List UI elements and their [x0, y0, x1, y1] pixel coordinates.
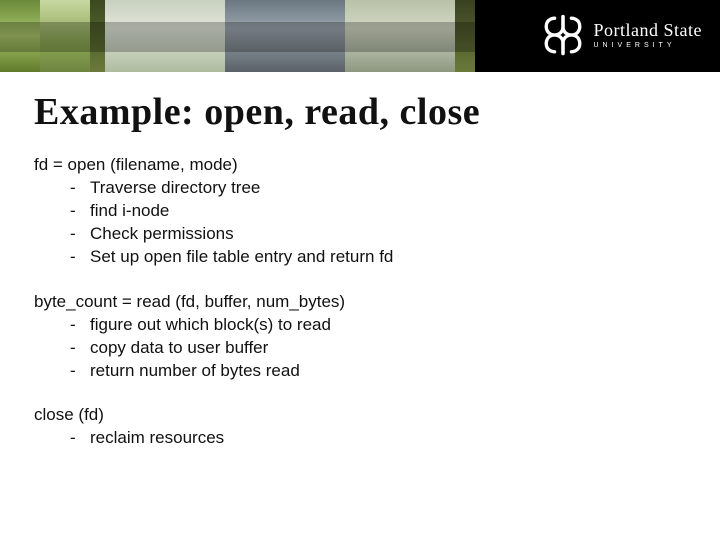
list-item: Set up open file table entry and return …	[90, 246, 686, 269]
list-item: return number of bytes read	[90, 360, 686, 383]
university-logo: Portland State UNIVERSITY	[542, 14, 703, 56]
section-open: fd = open (filename, mode) Traverse dire…	[34, 154, 686, 269]
section-close: close (fd) reclaim resources	[34, 404, 686, 450]
slide-content: Example: open, read, close fd = open (fi…	[0, 72, 720, 450]
list-item: copy data to user buffer	[90, 337, 686, 360]
list-item: reclaim resources	[90, 427, 686, 450]
list-item: find i-node	[90, 200, 686, 223]
call-close: close (fd)	[34, 404, 686, 427]
list-item: Traverse directory tree	[90, 177, 686, 200]
call-read: byte_count = read (fd, buffer, num_bytes…	[34, 291, 686, 314]
list-item: Check permissions	[90, 223, 686, 246]
slide-title: Example: open, read, close	[34, 90, 686, 134]
steps-open: Traverse directory tree find i-node Chec…	[34, 177, 686, 269]
list-item: figure out which block(s) to read	[90, 314, 686, 337]
steps-close: reclaim resources	[34, 427, 686, 450]
logo-mark-icon	[542, 14, 584, 56]
call-open: fd = open (filename, mode)	[34, 154, 686, 177]
logo-text-line1: Portland State	[594, 21, 703, 39]
section-read: byte_count = read (fd, buffer, num_bytes…	[34, 291, 686, 383]
logo-text-line2: UNIVERSITY	[594, 42, 703, 49]
steps-read: figure out which block(s) to read copy d…	[34, 314, 686, 383]
header-banner: Portland State UNIVERSITY	[0, 0, 720, 72]
